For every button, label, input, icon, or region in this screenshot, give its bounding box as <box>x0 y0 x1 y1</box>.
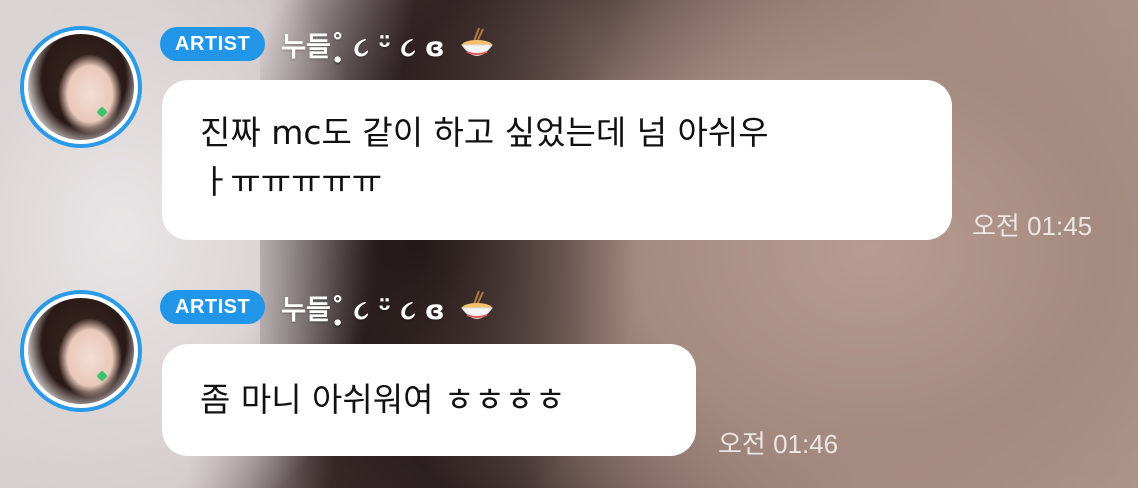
profile-photo <box>28 298 134 404</box>
sender-nickname[interactable]: 누들˚̩̥̩̥ ૮ ᵕ̈ ૮ ɞ <box>281 25 444 64</box>
avatar[interactable] <box>20 26 142 148</box>
message-bubble[interactable]: 진짜 mc도 같이 하고 싶었는데 넘 아쉬우 ㅏㅠㅠㅠㅠㅠ <box>162 80 952 240</box>
artist-badge: ARTIST <box>160 27 266 61</box>
ramen-bowl-icon <box>460 27 493 56</box>
sender-nickname[interactable]: 누들˚̩̥̩̥ ૮ ᵕ̈ ૮ ɞ <box>281 288 444 327</box>
message-text-line: 진짜 mc도 같이 하고 싶었는데 넘 아쉬우 <box>200 113 769 152</box>
message-header: ARTIST 누들˚̩̥̩̥ ૮ ᵕ̈ ૮ ɞ <box>160 24 495 64</box>
message-bubble[interactable]: 좀 마니 아쉬워여 ㅎㅎㅎㅎ <box>162 344 696 456</box>
ramen-bowl-icon <box>460 290 493 319</box>
avatar[interactable] <box>20 290 142 412</box>
profile-photo <box>28 34 134 140</box>
artist-badge: ARTIST <box>160 290 266 324</box>
message-header: ARTIST 누들˚̩̥̩̥ ૮ ᵕ̈ ૮ ɞ <box>160 287 495 327</box>
message-timestamp: 오전 01:45 <box>972 211 1093 241</box>
heart-sticker-icon <box>96 370 108 382</box>
message-text-line: 좀 마니 아쉬워여 ㅎㅎㅎㅎ <box>200 380 566 419</box>
heart-sticker-icon <box>96 106 108 118</box>
message-timestamp: 오전 01:46 <box>718 429 839 459</box>
message-text-line: ㅏㅠㅠㅠㅠㅠ <box>200 162 383 201</box>
